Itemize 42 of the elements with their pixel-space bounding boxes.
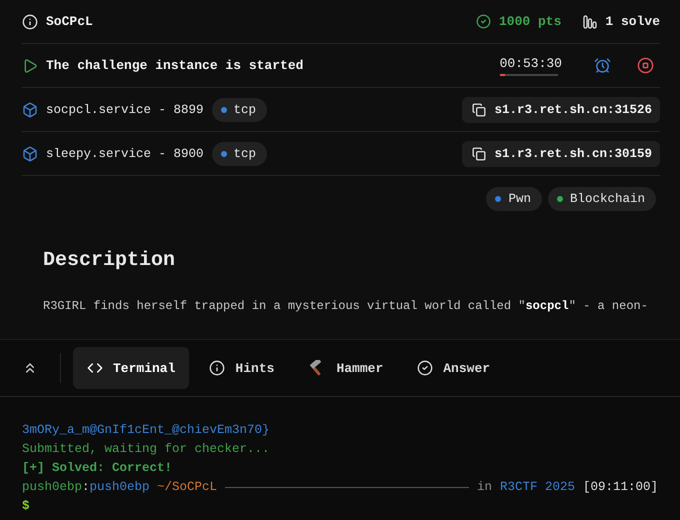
protocol-tag: tcp bbox=[212, 142, 268, 166]
category-tag: Pwn bbox=[486, 187, 542, 211]
terminal-text: in bbox=[476, 479, 492, 496]
terminal-text: push0ebp bbox=[90, 479, 150, 496]
panel-tab[interactable]: Answer bbox=[403, 347, 504, 389]
terminal-text: ~/SoCPcL bbox=[156, 479, 218, 496]
terminal-text: 3mORy_a_m@GnIf1cEnt_@chievEm3n70} bbox=[22, 422, 270, 439]
check-circle-icon bbox=[417, 360, 434, 376]
instance-status: The challenge instance is started bbox=[46, 58, 304, 73]
solve-count: 1 solve bbox=[605, 14, 660, 29]
description-heading: Description bbox=[43, 249, 176, 272]
terminal-text: Submitted, waiting for checker... bbox=[22, 441, 270, 458]
copy-icon bbox=[472, 146, 486, 160]
terminal-text: R3CTF 2025 bbox=[500, 479, 575, 496]
service-name: sleepy.service - 8900 bbox=[46, 146, 204, 160]
copy-address-button[interactable]: s1.r3.ret.sh.cn:31526 bbox=[462, 96, 660, 122]
countdown-timer: 00:53:30 bbox=[500, 56, 562, 70]
copy-icon bbox=[472, 102, 486, 116]
check-circle-icon bbox=[476, 14, 491, 29]
copy-address-button[interactable]: s1.r3.ret.sh.cn:30159 bbox=[462, 140, 660, 166]
terminal-text: : bbox=[82, 479, 90, 496]
protocol-tag: tcp bbox=[212, 98, 268, 122]
terminal-text: [+] Solved: Correct! bbox=[22, 460, 172, 477]
challenge-title: SoCPcL bbox=[46, 14, 93, 29]
panel-tab[interactable]: Hammer bbox=[294, 347, 398, 389]
terminal-text: push0ebp bbox=[22, 479, 82, 496]
alarm-clock-icon[interactable] bbox=[594, 57, 611, 74]
cube-icon bbox=[22, 146, 38, 162]
panel-tab[interactable]: Terminal bbox=[73, 347, 190, 389]
service-name: socpcl.service - 8899 bbox=[46, 102, 204, 116]
stop-icon[interactable] bbox=[637, 57, 654, 74]
cube-icon bbox=[22, 102, 38, 118]
play-icon bbox=[22, 58, 38, 74]
description-text: R3GIRL finds herself trapped in a mysterious virtual world called "socpcl" - a neon- bbox=[43, 298, 648, 314]
bar-chart-icon bbox=[583, 14, 598, 28]
category-tag: Blockchain bbox=[548, 187, 656, 211]
info-icon bbox=[209, 360, 226, 376]
panel-tab[interactable]: Hints bbox=[195, 347, 288, 389]
terminal-text: $ bbox=[22, 498, 30, 515]
info-icon bbox=[22, 14, 38, 30]
terminal-text: [09:11:00] bbox=[582, 479, 658, 496]
points: 1000 pts bbox=[498, 14, 562, 29]
